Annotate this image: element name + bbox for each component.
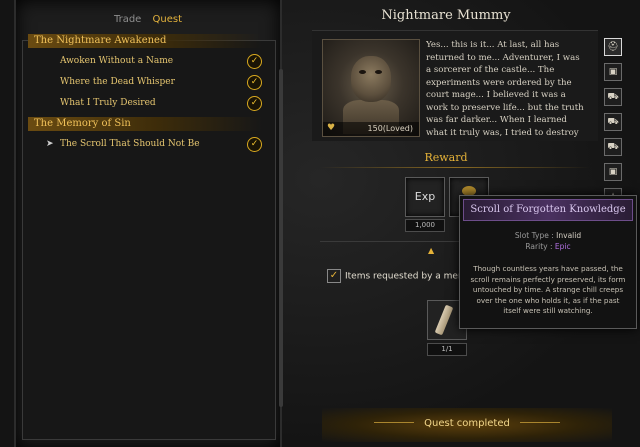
- tooltip-description: Though countless years have passed, the …: [470, 264, 626, 315]
- quest-label: The Scroll That Should Not Be: [60, 139, 200, 149]
- tooltip-title: Scroll of Forgotten Knowledge: [463, 199, 633, 221]
- requested-items-row[interactable]: ✓ Items requested by a mer: [327, 269, 462, 283]
- panel-tabs: Trade Quest: [16, 14, 280, 25]
- decor-line: [520, 422, 560, 423]
- cart-icon[interactable]: ⛟: [604, 113, 622, 131]
- selection-arrow-icon: ➤: [46, 139, 54, 149]
- checkbox-icon[interactable]: ✓: [327, 269, 341, 283]
- quest-item[interactable]: What I Truly Desired ✓: [28, 96, 262, 111]
- slot-type-value: Invalid: [556, 231, 582, 240]
- quest-panel: Trade Quest The Nightmare Awakened Awoke…: [14, 0, 283, 447]
- expand-arrow-icon[interactable]: ▲: [428, 246, 434, 255]
- check-icon: ✓: [247, 137, 262, 152]
- portrait-face: [351, 56, 391, 102]
- check-icon: ✓: [247, 54, 262, 69]
- dialog-text: Yes... this is it... At last, all has re…: [426, 40, 584, 138]
- check-icon: ✓: [247, 96, 262, 111]
- reward-title: Reward: [424, 151, 468, 164]
- side-icon-column: ⛑ ▣ ⛟ ⛟ ⛟ ▣ ★: [604, 38, 622, 213]
- npc-name: Nightmare Mummy: [381, 8, 511, 23]
- affinity-bar: ♥ 150(Loved): [323, 122, 419, 136]
- check-icon: ✓: [247, 75, 262, 90]
- quest-label: Awoken Without a Name: [60, 56, 174, 66]
- rarity-value: Epic: [554, 242, 571, 251]
- tab-trade[interactable]: Trade: [114, 14, 141, 25]
- chest-icon[interactable]: ▣: [604, 163, 622, 181]
- quest-complete-button[interactable]: Quest completed: [322, 408, 612, 442]
- quest-group-header[interactable]: The Memory of Sin: [28, 117, 262, 131]
- quest-group-header[interactable]: The Nightmare Awakened: [28, 34, 262, 48]
- portrait-eye: [359, 70, 366, 74]
- tooltip-meta: Slot Type : Invalid Rarity : Epic: [460, 230, 636, 252]
- helmet-icon[interactable]: ⛑: [604, 38, 622, 56]
- exp-amount: 1,000: [405, 219, 445, 232]
- quest-item[interactable]: Awoken Without a Name ✓: [28, 54, 262, 69]
- tab-quest[interactable]: Quest: [153, 14, 183, 25]
- cart-icon[interactable]: ⛟: [604, 138, 622, 156]
- reward-divider: [320, 167, 590, 168]
- quest-label: Where the Dead Whisper: [60, 77, 175, 87]
- chest-icon[interactable]: ▣: [604, 63, 622, 81]
- slot-type-label: Slot Type :: [514, 231, 554, 240]
- exp-reward-slot[interactable]: Exp: [405, 177, 445, 217]
- quest-list: The Nightmare Awakened Awoken Without a …: [28, 34, 262, 158]
- scrollbar[interactable]: [279, 69, 283, 407]
- npc-portrait: ♥ 150(Loved): [322, 39, 420, 137]
- item-tooltip: Scroll of Forgotten Knowledge Slot Type …: [459, 195, 637, 329]
- quest-complete-label: Quest completed: [424, 418, 510, 429]
- requested-label: Items requested by a mer: [345, 271, 462, 282]
- dialog-box: ♥ 150(Loved) Yes... this is it... At las…: [312, 30, 598, 141]
- rarity-label: Rarity :: [525, 242, 553, 251]
- quest-label: What I Truly Desired: [60, 98, 156, 108]
- requested-item-count: 1/1: [427, 343, 467, 356]
- cart-icon[interactable]: ⛟: [604, 88, 622, 106]
- heart-icon: ♥: [327, 123, 336, 133]
- affinity-value: 150(Loved): [367, 124, 413, 133]
- section-divider: [320, 241, 460, 242]
- scroll-icon: [434, 304, 454, 336]
- quest-item-selected[interactable]: ➤ The Scroll That Should Not Be ✓: [28, 137, 262, 152]
- quest-item[interactable]: Where the Dead Whisper ✓: [28, 75, 262, 90]
- portrait-eye: [375, 70, 382, 74]
